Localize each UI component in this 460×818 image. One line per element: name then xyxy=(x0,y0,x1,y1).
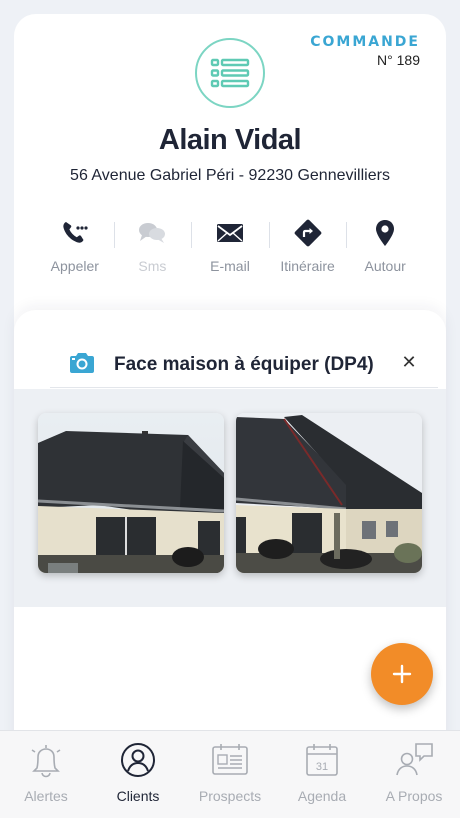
prospects-icon xyxy=(211,741,249,779)
nearby-label: Autour xyxy=(364,258,406,274)
contact-actions: Appeler Sms E-mail Itinéraire Autour xyxy=(36,218,424,280)
bell-icon xyxy=(29,741,63,779)
user-icon xyxy=(120,741,156,779)
photos-header: Face maison à équiper (DP4) ✕ xyxy=(50,310,438,388)
directions-icon xyxy=(294,218,322,248)
tab-alertes[interactable]: Alertes xyxy=(0,731,92,818)
close-icon[interactable]: ✕ xyxy=(398,351,420,373)
add-button[interactable] xyxy=(371,643,433,705)
nearby-button[interactable]: Autour xyxy=(346,218,424,280)
sms-label: Sms xyxy=(138,258,167,274)
tab-label-prospects: Prospects xyxy=(198,788,262,804)
client-address: 56 Avenue Gabriel Péri - 92230 Gennevill… xyxy=(70,167,390,184)
tab-label-clients: Clients xyxy=(116,788,160,804)
tab-apropos[interactable]: A Propos xyxy=(368,731,460,818)
plus-icon xyxy=(392,664,412,684)
mail-icon xyxy=(216,218,244,248)
calendar-icon: 31 xyxy=(304,741,340,779)
svg-text:31: 31 xyxy=(316,761,328,773)
phone-icon xyxy=(61,218,89,248)
client-name: Alain Vidal xyxy=(158,124,302,156)
call-button[interactable]: Appeler xyxy=(36,218,114,280)
house-photo-1[interactable] xyxy=(38,413,224,573)
tab-label-agenda: Agenda xyxy=(297,788,347,804)
directions-button[interactable]: Itinéraire xyxy=(268,218,347,280)
tab-agenda[interactable]: 31 Agenda xyxy=(276,731,368,818)
directions-label: Itinéraire xyxy=(280,258,335,274)
tab-label-alertes: Alertes xyxy=(24,788,68,804)
photos-title: Face maison à équiper (DP4) xyxy=(114,354,374,375)
location-pin-icon xyxy=(374,218,396,248)
order-label: COMMANDE xyxy=(310,34,420,50)
sms-icon xyxy=(138,218,166,248)
call-label: Appeler xyxy=(50,258,99,274)
list-icon xyxy=(195,38,265,108)
order-info: COMMANDE N° 189 xyxy=(310,34,420,68)
photo-gallery xyxy=(14,389,446,607)
sms-button[interactable]: Sms xyxy=(113,218,192,280)
about-icon xyxy=(394,741,434,779)
order-number: N° 189 xyxy=(377,52,420,68)
house-photo-2[interactable] xyxy=(236,413,422,573)
tab-bar: Alertes Clients Prospects 31 Agenda A Pr… xyxy=(0,730,460,818)
camera-icon xyxy=(68,352,96,379)
email-button[interactable]: E-mail xyxy=(191,218,269,280)
email-label: E-mail xyxy=(210,258,250,274)
tab-label-apropos: A Propos xyxy=(385,788,443,804)
tab-prospects[interactable]: Prospects xyxy=(184,731,276,818)
tab-clients[interactable]: Clients xyxy=(92,731,184,818)
